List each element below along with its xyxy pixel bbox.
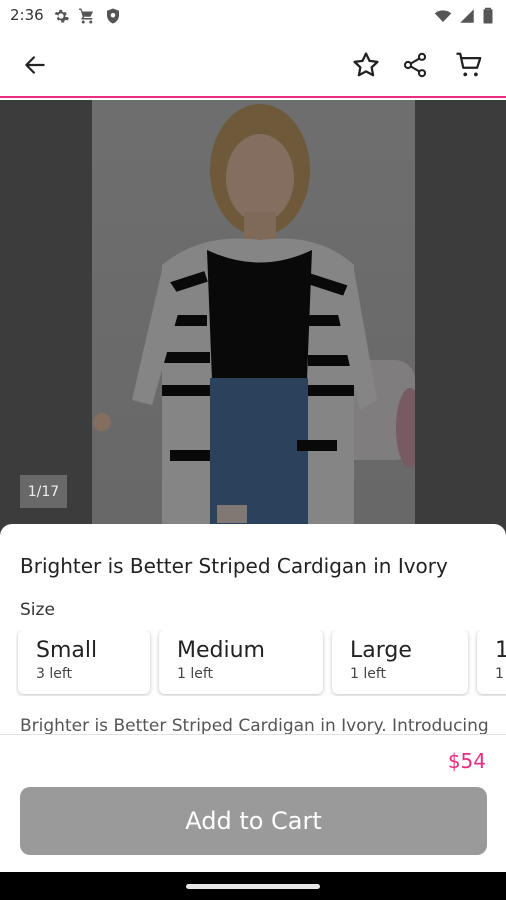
signal-icon (460, 9, 474, 23)
product-image-gallery[interactable]: 1/17 (0, 100, 506, 540)
divider (0, 734, 506, 735)
size-stock: 1 (495, 666, 504, 682)
size-name: Small (36, 638, 98, 663)
size-stock: 1 left (177, 666, 214, 682)
status-icons-left (52, 7, 122, 25)
add-to-cart-button[interactable]: Add to Cart (20, 787, 487, 855)
cart-icon (456, 52, 482, 77)
status-bar: 2:36 (0, 0, 506, 32)
battery-icon (483, 7, 493, 24)
app-bar (0, 32, 506, 98)
size-option-small[interactable]: Small 3 left (18, 630, 150, 694)
size-option-partial[interactable]: 1 1 (477, 630, 506, 694)
wifi-icon (434, 10, 452, 22)
size-label: Size (20, 600, 55, 620)
share-button[interactable] (398, 48, 432, 82)
system-nav-bar (0, 872, 506, 900)
product-description: Brighter is Better Striped Cardigan in I… (20, 716, 489, 736)
size-option-large[interactable]: Large 1 left (332, 630, 468, 694)
gear-icon (54, 9, 69, 23)
size-option-medium[interactable]: Medium 1 left (159, 630, 323, 694)
photo-counter: 1/17 (20, 475, 67, 508)
share-icon (403, 52, 427, 78)
status-time: 2:36 (10, 6, 44, 24)
product-detail-sheet: Brighter is Better Striped Cardigan in I… (0, 524, 506, 872)
size-options[interactable]: Small 3 left Medium 1 left Large 1 left … (16, 630, 506, 696)
cart-icon (79, 8, 93, 24)
shield-icon (107, 8, 119, 24)
cart-button[interactable] (452, 48, 486, 82)
size-stock: 3 left (36, 666, 73, 682)
status-icons-right (434, 7, 494, 25)
size-name: Large (350, 638, 412, 663)
product-price: $54 (447, 749, 486, 773)
favorite-button[interactable] (349, 48, 383, 82)
size-stock: 1 left (350, 666, 387, 682)
product-title: Brighter is Better Striped Cardigan in I… (20, 554, 448, 578)
size-name: 1 (495, 638, 506, 663)
back-arrow-icon (25, 56, 45, 74)
star-icon (353, 52, 379, 77)
image-dim-overlay (0, 100, 506, 540)
home-indicator[interactable] (186, 884, 320, 889)
size-name: Medium (177, 638, 265, 663)
back-button[interactable] (18, 48, 52, 82)
